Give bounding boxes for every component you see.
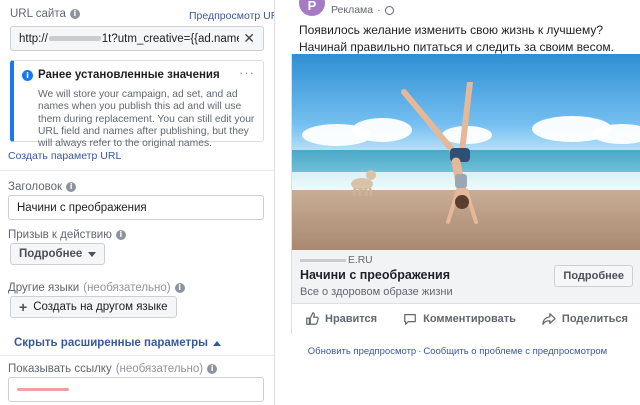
thumbs-up-icon xyxy=(306,312,319,325)
website-url-input[interactable]: http:// 1t?utm_creative={{ad.name}}&ut ✕ xyxy=(10,26,264,51)
refresh-preview-link[interactable]: Обновить предпросмотр xyxy=(308,346,416,357)
headline-label: Заголовок xyxy=(8,181,63,193)
comment-icon xyxy=(404,314,416,325)
display-link-redacted xyxy=(17,388,69,391)
headline-input[interactable]: Начини с преображения xyxy=(8,195,264,220)
cta-button[interactable]: Подробнее xyxy=(554,265,633,287)
ad-domain: E.RU xyxy=(300,255,373,266)
notice-body: We will store your campaign, ad set, and… xyxy=(38,89,255,150)
share-label: Поделиться xyxy=(561,313,628,325)
post-actions-bar: Нравится Комментировать Поделиться xyxy=(292,304,640,334)
info-icon[interactable]: i xyxy=(69,9,80,19)
dog-figure xyxy=(351,170,376,196)
notice-title: Ранее установленные значения xyxy=(38,69,220,81)
avatar[interactable]: P xyxy=(299,0,325,16)
cta-label-row: Призыв к действию i xyxy=(8,229,126,241)
create-language-label: Создать на другом языке xyxy=(33,301,168,313)
ad-description: Все о здоровом образе жизни xyxy=(300,286,453,298)
url-label: URL сайта xyxy=(10,8,66,20)
preview-footer: Обновить предпросмотр · Сообщить о проблем… xyxy=(307,346,608,357)
domain-suffix: E.RU xyxy=(348,255,373,266)
previous-values-notice: i Ранее установленные значения ··· We wi… xyxy=(10,60,264,149)
url-redacted xyxy=(48,35,101,41)
share-icon xyxy=(542,313,556,325)
info-icon[interactable]: i xyxy=(66,182,77,192)
ad-primary-text: Появилось желание изменить свою жизнь к … xyxy=(299,23,614,54)
divider xyxy=(0,170,274,171)
other-languages-label: Другие языки xyxy=(8,282,80,294)
report-problem-link[interactable]: Сообщить о проблеме с предпросмотром xyxy=(423,346,607,357)
divider xyxy=(0,355,274,356)
url-value-start: http:// xyxy=(19,32,48,45)
preview-url-link[interactable]: Предпросмотр URL xyxy=(189,10,284,22)
hide-advanced-label: Скрыть расширенные параметры xyxy=(14,337,208,349)
comment-label: Комментировать xyxy=(423,313,516,325)
display-link-input[interactable] xyxy=(8,377,264,402)
optional-text: (необязательно) xyxy=(115,363,204,375)
url-label-row: URL сайта i xyxy=(10,8,80,20)
headline-label-row: Заголовок i xyxy=(8,181,77,193)
display-link-label-row: Показывать ссылку (необязательно) i xyxy=(8,363,218,375)
comment-button[interactable]: Комментировать xyxy=(403,312,516,326)
chevron-down-icon xyxy=(88,251,97,257)
info-icon[interactable]: i xyxy=(207,364,218,374)
other-languages-label-row: Другие языки (необязательно) i xyxy=(8,282,185,294)
like-button[interactable]: Нравится xyxy=(305,312,377,326)
display-link-label: Показывать ссылку xyxy=(8,363,112,375)
plus-icon: + xyxy=(19,299,28,315)
info-icon: i xyxy=(22,70,33,81)
hide-advanced-link[interactable]: Скрыть расширенные параметры xyxy=(14,337,221,349)
share-button[interactable]: Поделиться xyxy=(542,312,628,326)
cta-dropdown[interactable]: Подробнее xyxy=(10,243,106,265)
url-value-end: 1t?utm_creative={{ad.name}}&ut xyxy=(101,32,239,45)
chevron-up-icon xyxy=(213,340,221,346)
ad-settings-panel: URL сайта i Предпросмотр URL http:// 1t?u… xyxy=(0,0,284,405)
optional-text: (необязательно) xyxy=(83,282,171,294)
info-icon[interactable]: i xyxy=(115,230,126,240)
ad-card[interactable]: E.RU Начини с преображения Все о здорово… xyxy=(291,54,640,334)
domain-redacted xyxy=(300,259,346,262)
cta-label: Призыв к действию xyxy=(8,229,112,241)
ad-image[interactable] xyxy=(292,54,640,250)
ad-link-info[interactable]: E.RU Начини с преображения Все о здорово… xyxy=(292,250,640,304)
sponsored-label-row: Реклама · xyxy=(331,4,394,16)
woman-handstand-figure xyxy=(401,82,478,224)
create-url-param-link[interactable]: Создать параметр URL xyxy=(8,150,121,162)
like-label: Нравится xyxy=(325,313,378,325)
info-icon[interactable]: i xyxy=(174,283,185,293)
create-language-button[interactable]: + Создать на другом языке xyxy=(10,296,177,318)
globe-icon xyxy=(384,5,394,15)
sponsored-label: Реклама xyxy=(331,4,374,16)
clear-icon[interactable]: ✕ xyxy=(243,30,255,47)
more-options-icon[interactable]: ··· xyxy=(239,65,255,80)
ad-headline: Начини с преображения xyxy=(300,268,450,282)
cta-dropdown-value: Подробнее xyxy=(19,248,83,260)
ad-preview-panel: P Реклама · Появилось желание изменить с… xyxy=(275,0,640,405)
